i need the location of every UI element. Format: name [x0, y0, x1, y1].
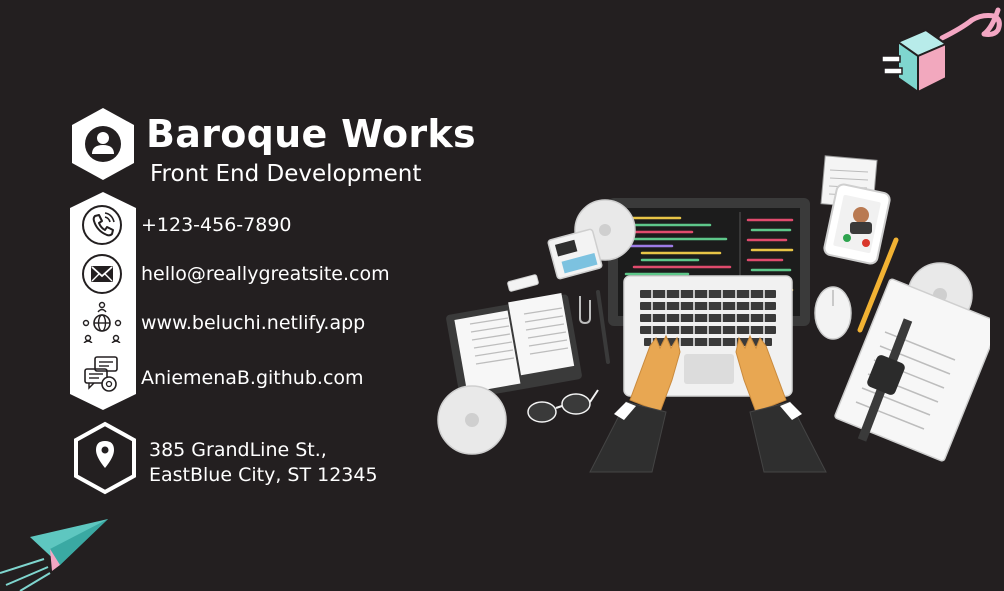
- laptop-workspace-illustration: [437, 155, 990, 473]
- card-name: Baroque Works: [146, 112, 476, 156]
- phone-icon: [82, 205, 122, 245]
- power-plug-icon: [881, 7, 1002, 94]
- chat-icon: [84, 356, 118, 392]
- website-link[interactable]: www.beluchi.netlify.app: [141, 312, 365, 334]
- github-link[interactable]: AniemenaB.github.com: [141, 367, 364, 389]
- globe-network-icon: [82, 301, 122, 343]
- address-line-1: 385 GrandLine St.,: [149, 439, 327, 461]
- user-icon: [72, 108, 134, 180]
- address-line-2: EastBlue City, ST 12345: [149, 464, 378, 486]
- email-address[interactable]: hello@reallygreatsite.com: [141, 263, 390, 285]
- business-card: Baroque Works Front End Development +123…: [0, 0, 1004, 591]
- card-role: Front End Development: [150, 161, 422, 187]
- location-pin-icon: [74, 421, 136, 495]
- email-icon: [82, 254, 122, 294]
- paper-plane-icon: [0, 519, 108, 591]
- phone-number[interactable]: +123-456-7890: [141, 214, 292, 236]
